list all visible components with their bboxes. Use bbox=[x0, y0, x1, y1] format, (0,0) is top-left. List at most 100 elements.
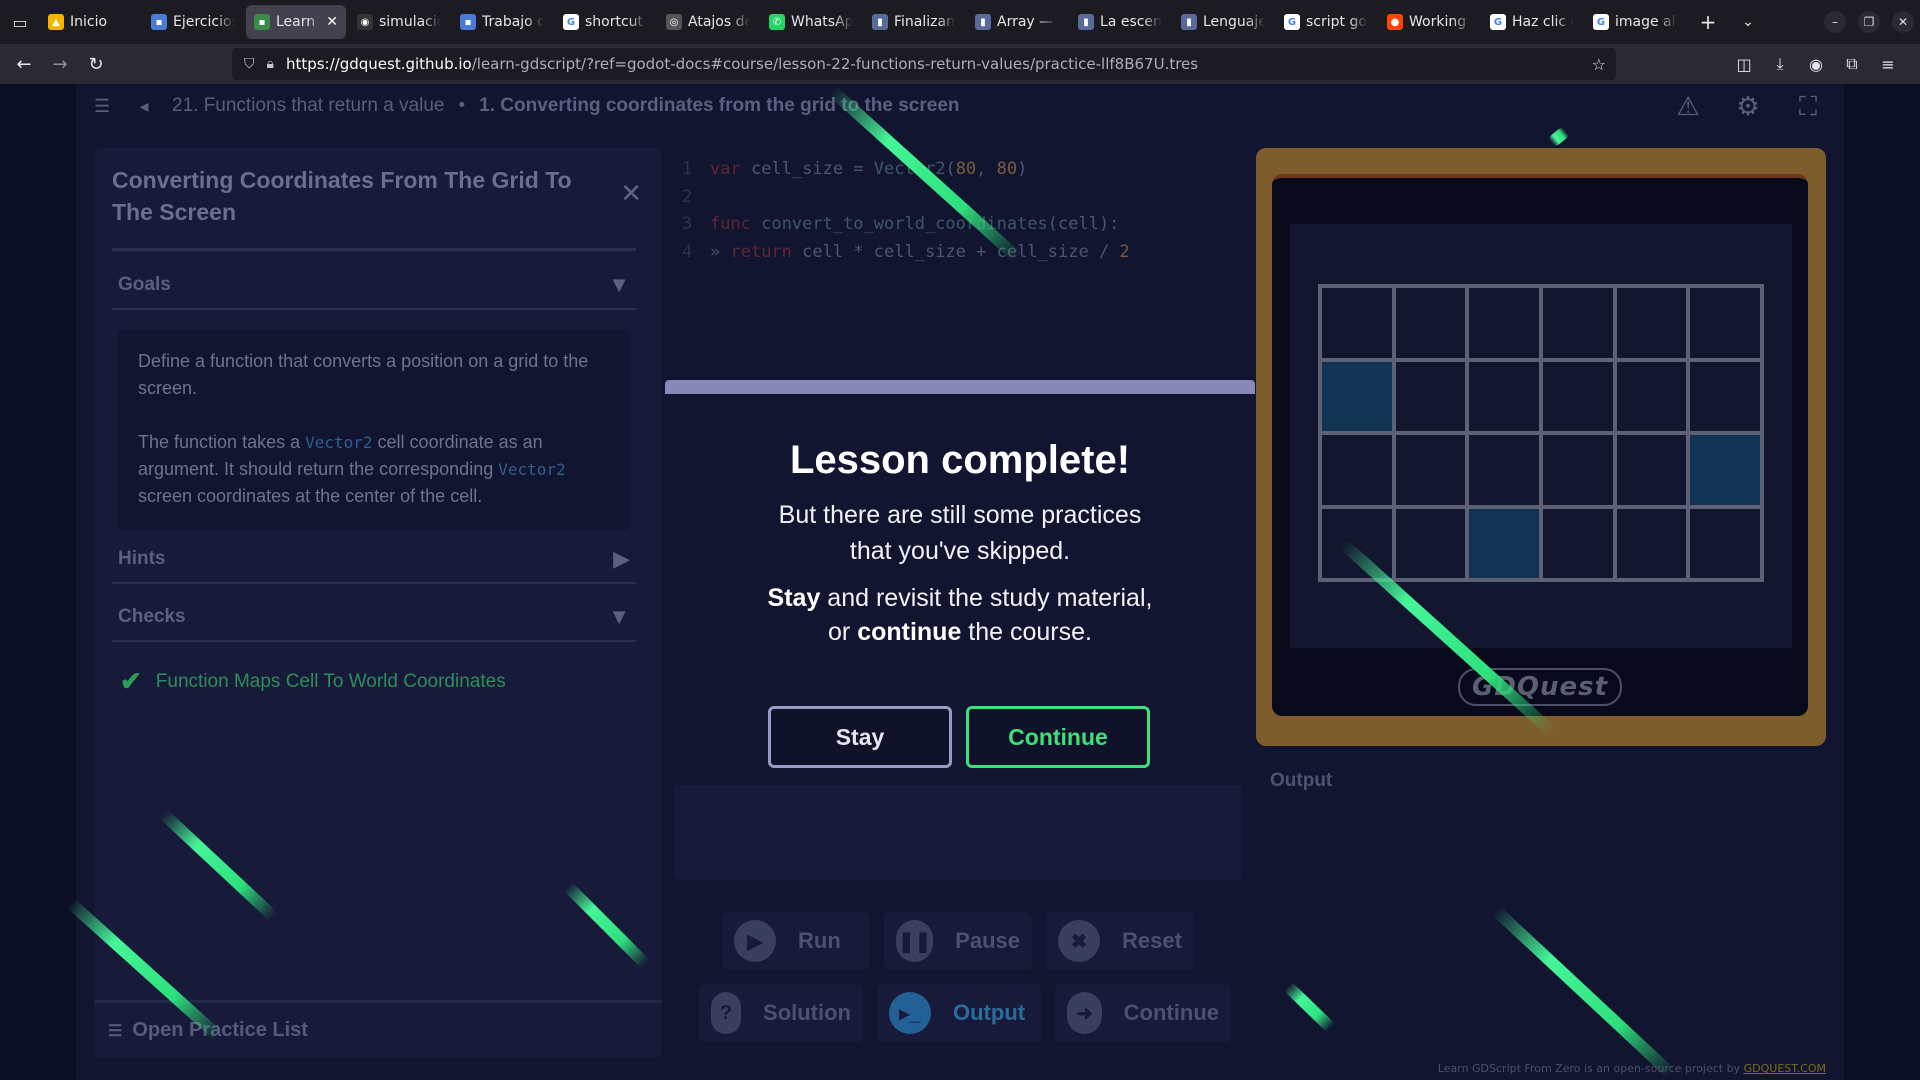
fullscreen-icon[interactable]: ⛶ bbox=[1790, 90, 1826, 122]
cell-grid bbox=[1318, 284, 1764, 582]
favicon-icon: ▮ bbox=[1181, 14, 1197, 30]
grid-cell bbox=[1393, 359, 1468, 433]
downloads-icon[interactable]: ⤓ bbox=[1762, 54, 1798, 74]
continue-course-button[interactable]: Continue bbox=[966, 706, 1150, 768]
grid-cell bbox=[1614, 506, 1689, 580]
tab-close-icon[interactable]: ✕ bbox=[326, 14, 338, 30]
browser-tab[interactable]: Gscript go bbox=[1276, 5, 1376, 39]
browser-tab[interactable]: ▪ Ejercicios bbox=[143, 5, 243, 39]
breadcrumb-practice: 1. Converting coordinates from the grid … bbox=[479, 95, 960, 116]
grid-cell-highlighted bbox=[1320, 359, 1394, 433]
browser-tab[interactable]: ▲ Inicio bbox=[40, 5, 140, 39]
pause-button[interactable]: ❚❚ Pause bbox=[884, 912, 1032, 970]
goals-content: Define a function that converts a positi… bbox=[118, 330, 630, 530]
list-all-tabs-icon[interactable]: ⌄ bbox=[1728, 14, 1768, 30]
browser-tab[interactable]: ▮ Array — l bbox=[967, 5, 1067, 39]
chevron-down-icon[interactable]: ▼ bbox=[608, 604, 630, 630]
settings-gear-icon[interactable]: ⚙ bbox=[1730, 90, 1766, 122]
shield-icon[interactable]: ⛉ bbox=[244, 56, 255, 72]
browser-tab[interactable]: G Haz clic e bbox=[1482, 5, 1582, 39]
breadcrumb-separator: • bbox=[458, 95, 466, 116]
favicon-icon: ▲ bbox=[48, 14, 64, 30]
check-item: ✔ Function Maps Cell To World Coordinate… bbox=[120, 666, 506, 697]
browser-tab[interactable]: ◉ simulacio bbox=[349, 5, 449, 39]
favicon-icon: ▪ bbox=[254, 14, 270, 30]
favicon-icon: G bbox=[1284, 14, 1300, 30]
browser-tab[interactable]: ◎ Atajos de bbox=[658, 5, 758, 39]
browser-tab[interactable]: ▪ Trabajo d bbox=[452, 5, 552, 39]
browser-tab-title: image all bbox=[1615, 14, 1677, 30]
reset-button[interactable]: ✖ Reset bbox=[1046, 912, 1194, 970]
browser-tab-title: Trabajo d bbox=[482, 14, 544, 30]
browser-tab[interactable]: ▮ Finalizan bbox=[864, 5, 964, 39]
gdquest-link[interactable]: GDQUEST.COM bbox=[1744, 1062, 1826, 1075]
goal-text-2: The function takes a Vector2 cell coordi… bbox=[138, 432, 566, 506]
divider bbox=[112, 308, 636, 310]
grid-cell bbox=[1688, 286, 1762, 360]
solution-button[interactable]: ? Solution bbox=[699, 984, 863, 1042]
extensions-icon[interactable]: ⧉ bbox=[1834, 54, 1870, 74]
list-icon: ☰ bbox=[108, 1022, 123, 1040]
grid-cell bbox=[1467, 286, 1541, 360]
minimize-icon[interactable]: – bbox=[1824, 11, 1846, 33]
lock-icon[interactable]: 🔒︎ bbox=[267, 56, 274, 72]
favicon-icon: ✆ bbox=[769, 14, 785, 30]
new-tab-button[interactable]: + bbox=[1688, 10, 1728, 34]
browser-tab[interactable]: Gimage all bbox=[1585, 5, 1685, 39]
url-path: /learn-gdscript/?ref=godot-docs#course/l… bbox=[471, 55, 1199, 73]
browser-tab-title: script go bbox=[1306, 14, 1367, 30]
run-button[interactable]: ▶ Run bbox=[722, 912, 870, 970]
breadcrumb-lesson[interactable]: 21. Functions that return a value bbox=[172, 95, 445, 117]
menu-icon[interactable]: ≡ bbox=[1870, 55, 1906, 74]
chevron-right-icon[interactable]: ▶ bbox=[613, 546, 630, 572]
dialog-text-line: But there are still some practices bbox=[778, 501, 1142, 529]
hints-heading[interactable]: Hints bbox=[118, 548, 166, 570]
browser-tab-title: shortcut bbox=[585, 14, 644, 30]
forward-arrow-icon[interactable]: → bbox=[42, 54, 78, 75]
browser-tab[interactable]: ● Working bbox=[1379, 5, 1479, 39]
grid-cell-highlighted bbox=[1467, 506, 1541, 580]
grid-cell bbox=[1688, 506, 1762, 580]
code-vector2: Vector2 bbox=[498, 460, 566, 479]
browser-tab-title: Finalizan bbox=[894, 14, 955, 30]
checks-heading[interactable]: Checks bbox=[118, 606, 186, 628]
play-icon: ▶ bbox=[734, 920, 776, 962]
report-warning-icon[interactable]: ⚠ bbox=[1670, 90, 1706, 122]
goals-heading[interactable]: Goals bbox=[118, 274, 171, 296]
code-vector2: Vector2 bbox=[305, 433, 373, 452]
menu-list-icon[interactable]: ☰ bbox=[94, 96, 124, 117]
bookmark-star-icon[interactable]: ☆ bbox=[1592, 55, 1606, 74]
divider bbox=[112, 582, 636, 584]
browser-tab[interactable]: ▪ Learn ✕ bbox=[246, 5, 346, 39]
close-icon[interactable]: ✕ bbox=[620, 178, 642, 209]
favicon-icon: ▮ bbox=[975, 14, 991, 30]
favicon-icon: ▪ bbox=[151, 14, 167, 30]
terminal-icon: ▸_ bbox=[889, 992, 931, 1034]
grid-cell bbox=[1540, 286, 1615, 360]
browser-tab[interactable]: ✆ WhatsAp bbox=[761, 5, 861, 39]
back-icon[interactable]: ◂ bbox=[124, 96, 164, 117]
reload-icon[interactable]: ↻ bbox=[78, 54, 114, 75]
pocket-icon[interactable]: ◫ bbox=[1726, 55, 1762, 74]
browser-tab[interactable]: Gshortcut bbox=[555, 5, 655, 39]
chevron-down-icon[interactable]: ▼ bbox=[608, 272, 630, 298]
profile-icon[interactable]: ◉ bbox=[1798, 55, 1834, 74]
address-bar[interactable]: ⛉ 🔒︎ https://gdquest.github.io/learn-gds… bbox=[232, 48, 1616, 80]
app-header: ☰ ◂ 21. Functions that return a value • … bbox=[76, 84, 1844, 128]
output-button[interactable]: ▸_ Output bbox=[877, 984, 1041, 1042]
browser-tab-title: Lenguaje bbox=[1203, 14, 1265, 30]
browser-tab-bar: ▭ ▲ Inicio ▪ Ejercicios ▪ Learn ✕ ◉ simulacio ▪ Tr… bbox=[0, 0, 1920, 44]
continue-button[interactable]: ➜ Continue bbox=[1055, 984, 1231, 1042]
grid-cell bbox=[1320, 506, 1394, 580]
tab-overview-icon[interactable]: ▭ bbox=[0, 0, 40, 44]
restore-icon[interactable]: ❐ bbox=[1858, 11, 1880, 33]
browser-tab-title: WhatsAp bbox=[791, 14, 853, 30]
close-window-icon[interactable]: ✕ bbox=[1892, 11, 1914, 33]
browser-tab[interactable]: ▮ La escen bbox=[1070, 5, 1170, 39]
grid-cell bbox=[1688, 359, 1762, 433]
back-arrow-icon[interactable]: ← bbox=[6, 54, 42, 75]
code-editor[interactable]: 1var cell_size = Vector2(80, 80) 2 3func… bbox=[674, 148, 1242, 416]
output-title: Output bbox=[1270, 770, 1333, 791]
browser-tab[interactable]: ▮ Lenguaje bbox=[1173, 5, 1273, 39]
stay-button[interactable]: Stay bbox=[768, 706, 952, 768]
